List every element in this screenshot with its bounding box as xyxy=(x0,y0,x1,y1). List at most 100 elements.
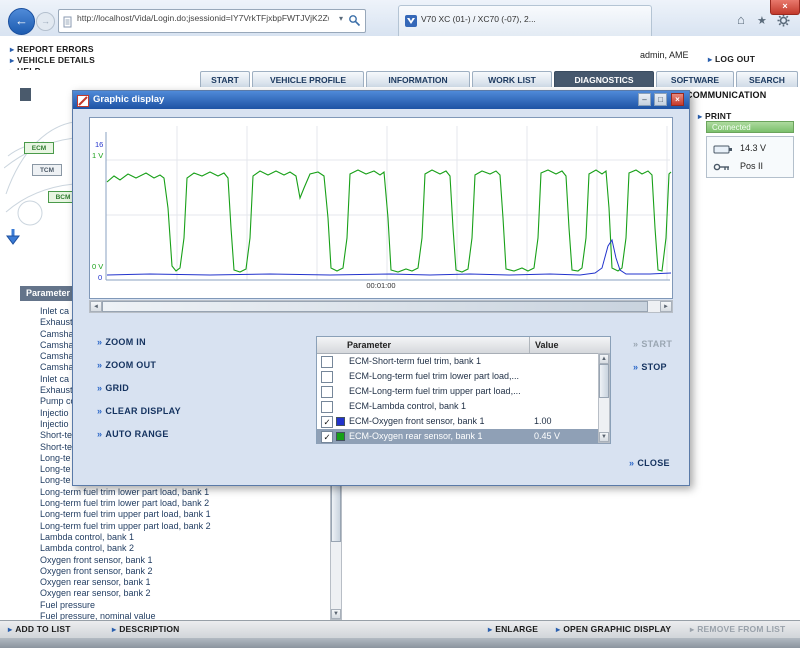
row-checkbox[interactable] xyxy=(321,401,333,413)
parameter-list-item[interactable]: Oxygen rear sensor, bank 2 xyxy=(40,588,320,599)
module-node-tcm[interactable]: TCM xyxy=(32,164,62,176)
row-checkbox[interactable] xyxy=(321,386,333,398)
grid-button[interactable]: »GRID xyxy=(97,383,181,406)
table-row[interactable]: ECM-Long-term fuel trim upper part load,… xyxy=(317,384,610,399)
battery-voltage-row: 14.3 V xyxy=(713,142,766,154)
parameter-list-item[interactable]: Oxygen front sensor, bank 2 xyxy=(40,566,320,577)
log-out-label: LOG OUT xyxy=(715,54,755,64)
graphic-display-dialog: Graphic display – □ × 16 1 V 0 V 0 00:01… xyxy=(72,90,690,486)
chart-scrollbar[interactable]: ◄ ► xyxy=(89,300,673,313)
series-color-swatch xyxy=(336,432,345,441)
parameter-list-item[interactable]: Long-term fuel trim upper part load, ban… xyxy=(40,521,320,532)
tab-information[interactable]: INFORMATION xyxy=(366,71,470,87)
add-to-list-button[interactable]: ▸ADD TO LIST xyxy=(8,621,71,638)
dialog-close-button[interactable]: × xyxy=(671,93,684,106)
parameter-list-item[interactable]: Lambda control, bank 2 xyxy=(40,543,320,554)
parameter-list-item[interactable]: Long-term fuel trim lower part load, ban… xyxy=(40,498,320,509)
start-button[interactable]: »START xyxy=(633,339,672,349)
check-icon: ✓ xyxy=(323,432,330,442)
arrow-bullet-icon: ▸ xyxy=(112,625,116,634)
close-button[interactable]: »CLOSE xyxy=(629,458,670,468)
parameter-list-item[interactable]: Long-term fuel trim lower part load, ban… xyxy=(40,487,320,498)
add-to-list-label: ADD TO LIST xyxy=(15,624,70,634)
arrow-bullet-icon: ▸ xyxy=(690,625,694,634)
tab-start[interactable]: START xyxy=(200,71,250,87)
address-dropdown-chevron-icon[interactable]: ▾ xyxy=(339,14,343,23)
tab-work-list[interactable]: WORK LIST xyxy=(472,71,552,87)
table-row-selected[interactable]: ✓ ECM-Oxygen rear sensor, bank 1 0.45 V xyxy=(317,429,610,444)
vida-application-window: ← → ▾ V70 XC (01-) / XC70 (-07), 2... ⌂ … xyxy=(0,0,800,648)
y-axis-label-1v: 1 V xyxy=(92,151,103,160)
open-graphic-display-button[interactable]: ▸OPEN GRAPHIC DISPLAY xyxy=(556,621,671,638)
window-close-button[interactable]: × xyxy=(770,0,800,15)
dialog-title: Graphic display xyxy=(93,91,164,109)
scrollbar-thumb[interactable] xyxy=(102,301,648,312)
scrollbar-thumb[interactable] xyxy=(599,364,609,398)
scroll-down-icon[interactable]: ▼ xyxy=(599,432,609,442)
home-icon[interactable]: ⌂ xyxy=(737,13,745,27)
parameter-list-item[interactable]: Long-term fuel trim upper part load, ban… xyxy=(40,509,320,520)
row-label: ECM-Short-term fuel trim, bank 1 xyxy=(349,354,481,369)
enlarge-label: ENLARGE xyxy=(495,624,538,634)
parameter-list-item[interactable]: Lambda control, bank 1 xyxy=(40,532,320,543)
settings-gear-icon[interactable] xyxy=(777,14,790,30)
parameter-list-item[interactable]: Oxygen rear sensor, bank 1 xyxy=(40,577,320,588)
module-node-ecm[interactable]: ECM xyxy=(24,142,54,154)
row-checkbox[interactable] xyxy=(321,371,333,383)
log-out-link[interactable]: ▸LOG OUT xyxy=(708,49,755,67)
browser-back-button[interactable]: ← xyxy=(8,8,35,35)
parameter-list-item[interactable]: Oxygen front sensor, bank 1 xyxy=(40,555,320,566)
tab-software[interactable]: SOFTWARE xyxy=(656,71,734,87)
row-checkbox[interactable]: ✓ xyxy=(321,431,333,443)
vehicle-status-box: 14.3 V Pos II xyxy=(706,136,794,178)
row-checkbox[interactable]: ✓ xyxy=(321,416,333,428)
zoom-in-label: ZOOM IN xyxy=(105,337,146,347)
browser-forward-button[interactable]: → xyxy=(36,12,55,31)
scroll-up-icon[interactable]: ▲ xyxy=(599,354,609,364)
table-row[interactable]: ECM-Long-term fuel trim lower part load,… xyxy=(317,369,610,384)
description-button[interactable]: ▸DESCRIPTION xyxy=(112,621,180,638)
parameter-list-item[interactable]: Fuel pressure xyxy=(40,600,320,611)
tab-vehicle-profile[interactable]: VEHICLE PROFILE xyxy=(252,71,364,87)
tab-search[interactable]: SEARCH xyxy=(736,71,798,87)
status-strip xyxy=(0,638,800,648)
dialog-minimize-button[interactable]: – xyxy=(638,93,651,106)
address-bar[interactable]: ▾ xyxy=(58,9,366,33)
scroll-right-icon[interactable]: ► xyxy=(660,301,672,312)
tab-favicon xyxy=(405,14,417,32)
stop-button[interactable]: »STOP xyxy=(633,362,667,372)
auto-range-button[interactable]: »AUTO RANGE xyxy=(97,429,181,452)
scroll-down-icon[interactable]: ▼ xyxy=(331,609,341,619)
table-row[interactable]: ECM-Lambda control, bank 1 xyxy=(317,399,610,414)
url-input[interactable] xyxy=(77,13,329,23)
bullet-icon: » xyxy=(97,337,102,347)
enlarge-button[interactable]: ▸ENLARGE xyxy=(488,621,538,638)
table-scrollbar[interactable]: ▲ ▼ xyxy=(598,353,610,443)
zoom-out-label: ZOOM OUT xyxy=(105,360,156,370)
arrow-bullet-icon: ▸ xyxy=(488,625,492,634)
dialog-title-bar[interactable]: Graphic display – □ × xyxy=(73,91,689,109)
browser-tab-title: V70 XC (01-) / XC70 (-07), 2... xyxy=(421,14,536,24)
open-graphic-display-label: OPEN GRAPHIC DISPLAY xyxy=(563,624,671,634)
communication-title: COMMUNICATION xyxy=(686,90,800,100)
dialog-maximize-button[interactable]: □ xyxy=(654,93,667,106)
series-color-swatch xyxy=(336,417,345,426)
favorites-star-icon[interactable]: ★ xyxy=(757,14,767,28)
browser-tab[interactable]: V70 XC (01-) / XC70 (-07), 2... xyxy=(398,5,652,36)
zoom-in-button[interactable]: »ZOOM IN xyxy=(97,337,181,360)
zoom-out-button[interactable]: »ZOOM OUT xyxy=(97,360,181,383)
blue-arrow-icon[interactable] xyxy=(6,228,20,251)
remove-from-list-button[interactable]: ▸REMOVE FROM LIST xyxy=(690,621,785,638)
table-row[interactable]: ✓ ECM-Oxygen front sensor, bank 1 1.00 xyxy=(317,414,610,429)
scroll-left-icon[interactable]: ◄ xyxy=(90,301,102,312)
remove-from-list-label: REMOVE FROM LIST xyxy=(697,624,785,634)
action-bar: ▸ADD TO LIST ▸DESCRIPTION ▸ENLARGE ▸OPEN… xyxy=(0,620,800,638)
table-row[interactable]: ECM-Short-term fuel trim, bank 1 xyxy=(317,354,610,369)
clear-display-button[interactable]: »CLEAR DISPLAY xyxy=(97,406,181,429)
communication-panel: COMMUNICATION ▸PRINT Connected 14.3 V Po… xyxy=(686,90,800,100)
tab-diagnostics[interactable]: DIAGNOSTICS xyxy=(554,71,654,87)
search-icon[interactable] xyxy=(348,14,361,32)
row-checkbox[interactable] xyxy=(321,356,333,368)
row-label: ECM-Lambda control, bank 1 xyxy=(349,399,466,414)
scrollbar-thumb[interactable] xyxy=(331,482,341,542)
